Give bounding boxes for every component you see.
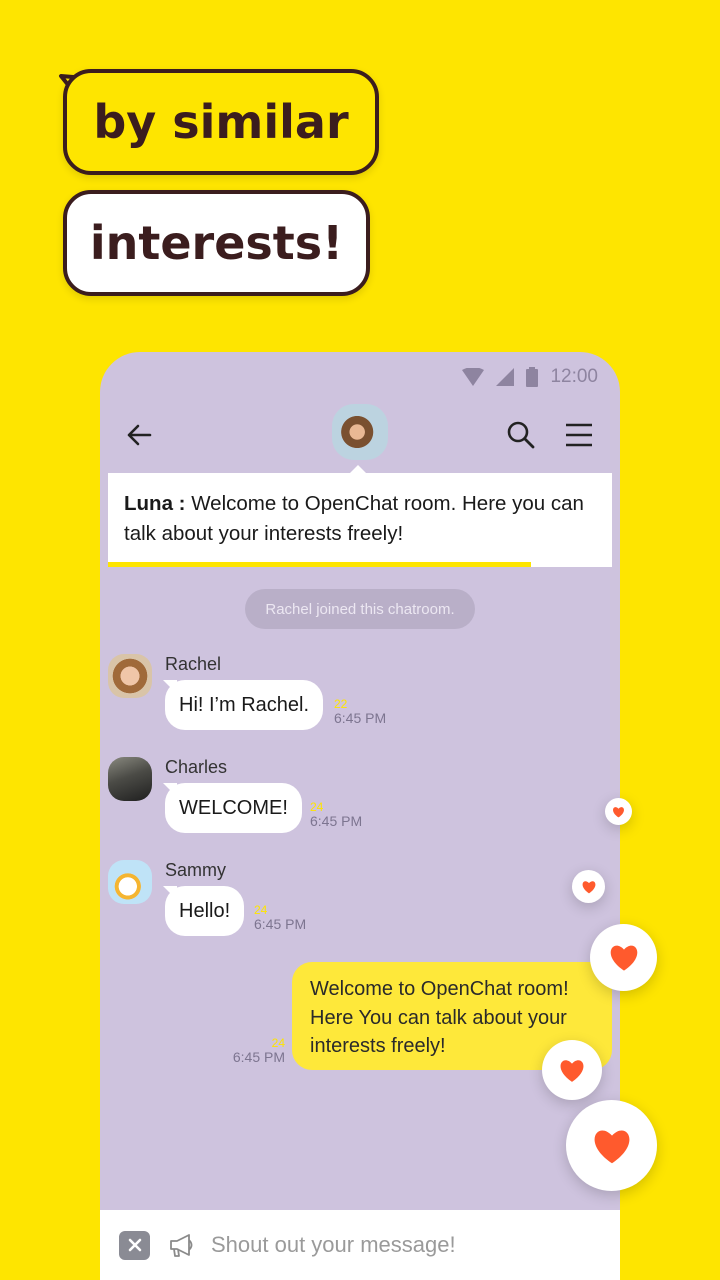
my-message-meta: 24 6:45 PM	[230, 1036, 285, 1065]
heart-icon	[582, 880, 595, 893]
clock: 12:00	[550, 366, 598, 387]
heart-reaction[interactable]	[605, 798, 632, 825]
message-bubble[interactable]: Hi! I’m Rachel.	[165, 680, 324, 730]
unread-count: 24	[254, 903, 268, 917]
heart-reaction[interactable]	[542, 1040, 602, 1100]
wifi-icon	[462, 368, 485, 386]
megaphone-icon	[170, 1234, 193, 1257]
unread-count: 24	[271, 1036, 285, 1050]
system-message: Rachel joined this chatroom.	[245, 589, 475, 629]
unread-count: 22	[334, 697, 348, 711]
phone-screen: 12:00 Luna : Welcome to OpenChat room. H…	[100, 352, 620, 1280]
heart-icon	[594, 1129, 629, 1163]
close-button[interactable]	[119, 1230, 150, 1260]
message-input-bar	[100, 1210, 620, 1280]
notice-author: Luna :	[124, 492, 186, 515]
heart-icon	[610, 945, 637, 971]
heart-reaction[interactable]	[572, 870, 605, 903]
notice-text: Welcome to OpenChat room. Here you can t…	[124, 492, 584, 545]
notice-progress-bar	[108, 562, 532, 567]
message-meta: 24 6:45 PM	[310, 800, 362, 829]
message-bubble[interactable]: WELCOME!	[165, 783, 302, 833]
status-bar: 12:00	[462, 364, 598, 390]
heart-icon	[613, 806, 624, 817]
timestamp: 6:45 PM	[232, 1049, 285, 1065]
promo-headline-1: by similar	[63, 69, 379, 175]
message-meta: 22 6:45 PM	[334, 697, 386, 726]
arrow-left-icon[interactable]	[124, 420, 154, 450]
shout-message-input[interactable]	[211, 1232, 591, 1258]
signal-icon	[496, 368, 515, 386]
sender-name: Charles	[165, 757, 228, 777]
battery-icon	[526, 367, 539, 387]
chat-header	[100, 404, 620, 464]
room-profile-avatar[interactable]	[332, 404, 388, 460]
message-bubble[interactable]: Hello!	[165, 886, 245, 936]
search-icon[interactable]	[506, 420, 536, 450]
timestamp: 6:45 PM	[334, 710, 387, 726]
timestamp: 6:45 PM	[310, 813, 363, 829]
hamburger-menu-icon[interactable]	[564, 420, 594, 450]
avatar[interactable]	[108, 860, 152, 904]
timestamp: 6:45 PM	[254, 916, 307, 932]
sender-name: Sammy	[165, 860, 227, 880]
avatar[interactable]	[108, 654, 152, 698]
promo-headline-2: interests!	[63, 190, 370, 296]
heart-icon	[560, 1059, 584, 1082]
unread-count: 24	[310, 800, 324, 814]
notice-caret	[350, 465, 366, 473]
close-icon	[128, 1238, 141, 1252]
avatar[interactable]	[108, 757, 152, 801]
message-meta: 24 6:45 PM	[254, 903, 306, 932]
sender-name: Rachel	[165, 654, 222, 674]
heart-reaction[interactable]	[590, 924, 657, 991]
heart-reaction[interactable]	[566, 1100, 657, 1191]
notice-banner[interactable]: Luna : Welcome to OpenChat room. Here yo…	[108, 473, 612, 567]
